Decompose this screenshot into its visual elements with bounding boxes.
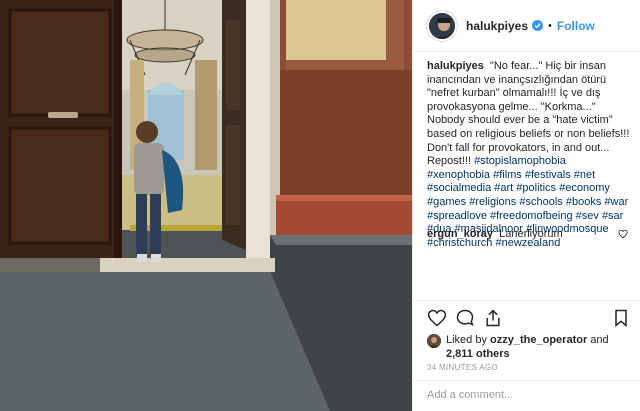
post-caption: halukpiyes "No fear..." Hiç bir insan in… (427, 60, 631, 250)
hashtag-link[interactable]: #economy (559, 182, 610, 194)
caption-text: "No fear..." Hiç bir insan inancından ve… (427, 60, 630, 168)
hashtag-link[interactable]: #net (574, 169, 595, 181)
hashtag-link[interactable]: #politics (516, 182, 556, 194)
comment-like-heart-icon[interactable] (618, 229, 628, 239)
hashtag-link[interactable]: #festivals (525, 169, 571, 181)
likes-middle: and (590, 334, 609, 346)
header-username[interactable]: halukpiyes (466, 19, 528, 33)
heart-icon[interactable] (427, 308, 447, 328)
liker-username[interactable]: ozzy_the_operator (490, 334, 587, 346)
hashtag-link[interactable]: #freedomofbeing (490, 210, 573, 222)
header-separator: • (548, 19, 552, 32)
hashtag-link[interactable]: #sev (576, 210, 599, 222)
hashtag-link[interactable]: #sar (602, 210, 623, 222)
post-header: halukpiyes • Follow (413, 0, 640, 52)
mosque-doorway-image (0, 0, 412, 411)
likes-summary: Liked by ozzy_the_operator and 2,811 oth… (427, 333, 633, 361)
comment-text: Lanerliyorum (499, 228, 563, 240)
comment-icon[interactable] (455, 308, 475, 328)
caption-username[interactable]: halukpiyes (427, 60, 484, 72)
add-comment-input[interactable]: Add a comment... (413, 380, 640, 411)
comment-username[interactable]: ergun_koray (427, 228, 493, 240)
post-timestamp[interactable]: 34 minutes ago (427, 363, 498, 372)
hashtag-link[interactable]: #spreadlove (427, 210, 487, 222)
follow-button[interactable]: Follow (557, 19, 595, 33)
hashtag-link[interactable]: #religions (469, 196, 516, 208)
verified-badge-icon (532, 20, 544, 31)
instagram-post: halukpiyes • Follow halukpiyes "No fear.… (0, 0, 640, 411)
likes-count[interactable]: 2,811 others (446, 348, 510, 360)
hashtag-link[interactable]: #films (493, 169, 522, 181)
action-bar (427, 308, 631, 330)
hashtag-link[interactable]: #art (494, 182, 513, 194)
comment-item: ergun_koray Lanerliyorum (427, 227, 633, 241)
hashtag-link[interactable]: #xenophobia (427, 169, 490, 181)
hashtag-link[interactable]: #schools (519, 196, 562, 208)
hashtag-link[interactable]: #stopislamophobia (474, 155, 566, 167)
liker-avatar[interactable] (427, 334, 441, 348)
likes-text: Liked by ozzy_the_operator and 2,811 oth… (446, 333, 609, 361)
caption-block: halukpiyes "No fear..." Hiç bir insan in… (427, 60, 631, 250)
likes-prefix: Liked by (446, 334, 487, 346)
profile-avatar[interactable] (427, 10, 457, 41)
post-photo[interactable] (0, 0, 412, 411)
share-icon[interactable] (483, 308, 503, 328)
hashtag-link[interactable]: #socialmedia (427, 182, 491, 194)
hashtag-link[interactable]: #games (427, 196, 466, 208)
bookmark-icon[interactable] (611, 308, 631, 328)
post-side-panel: halukpiyes • Follow halukpiyes "No fear.… (412, 0, 640, 411)
actions-divider (413, 300, 640, 301)
hashtag-link[interactable]: #war (604, 196, 628, 208)
hashtag-link[interactable]: #books (566, 196, 601, 208)
